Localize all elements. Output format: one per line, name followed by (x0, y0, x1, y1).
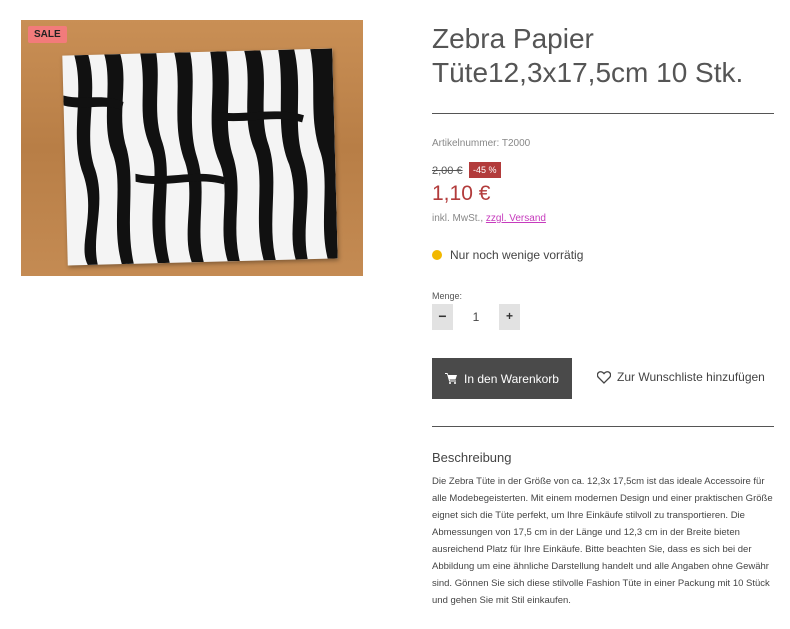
stock-status-dot (432, 250, 442, 260)
description-divider (432, 426, 774, 427)
stock-status: Nur noch wenige vorrätig (450, 248, 584, 262)
old-price: 2,00 € (432, 165, 463, 177)
zebra-bag-illustration (62, 48, 338, 266)
sale-badge: SALE (28, 26, 67, 43)
product-title-line1: Zebra Papier (432, 23, 594, 54)
current-price: 1,10 € (432, 182, 491, 205)
discount-badge: -45 % (469, 162, 501, 178)
wishlist-label: Zur Wunschliste hinzufügen (617, 370, 765, 384)
title-divider (432, 113, 774, 114)
add-to-wishlist-button[interactable]: Zur Wunschliste hinzufügen (597, 370, 765, 384)
quantity-increase-button[interactable]: + (499, 304, 520, 330)
description-text: Die Zebra Tüte in der Größe von ca. 12,3… (432, 476, 773, 606)
description-heading: Beschreibung (432, 450, 512, 465)
zebra-stripes (63, 48, 338, 265)
sku-label: Artikelnummer: T2000 (432, 138, 531, 149)
tax-info: inkl. MwSt., zzgl. Versand (432, 213, 546, 224)
product-title: Zebra Papier Tüte12,3x17,5cm 10 Stk. (432, 22, 774, 90)
quantity-decrease-button[interactable]: − (432, 304, 453, 330)
add-to-cart-label: In den Warenkorb (464, 371, 559, 386)
shopping-cart-icon (445, 373, 458, 384)
heart-icon (597, 370, 611, 384)
product-title-line2: Tüte12,3x17,5cm 10 Stk. (432, 57, 744, 88)
quantity-label: Menge: (432, 291, 463, 301)
tax-text: inkl. MwSt., (432, 213, 484, 224)
product-image[interactable]: SALE (21, 20, 363, 276)
shipping-link[interactable]: zzgl. Versand (486, 213, 546, 224)
quantity-input[interactable]: 1 (453, 304, 499, 330)
add-to-cart-button[interactable]: In den Warenkorb (432, 358, 572, 399)
